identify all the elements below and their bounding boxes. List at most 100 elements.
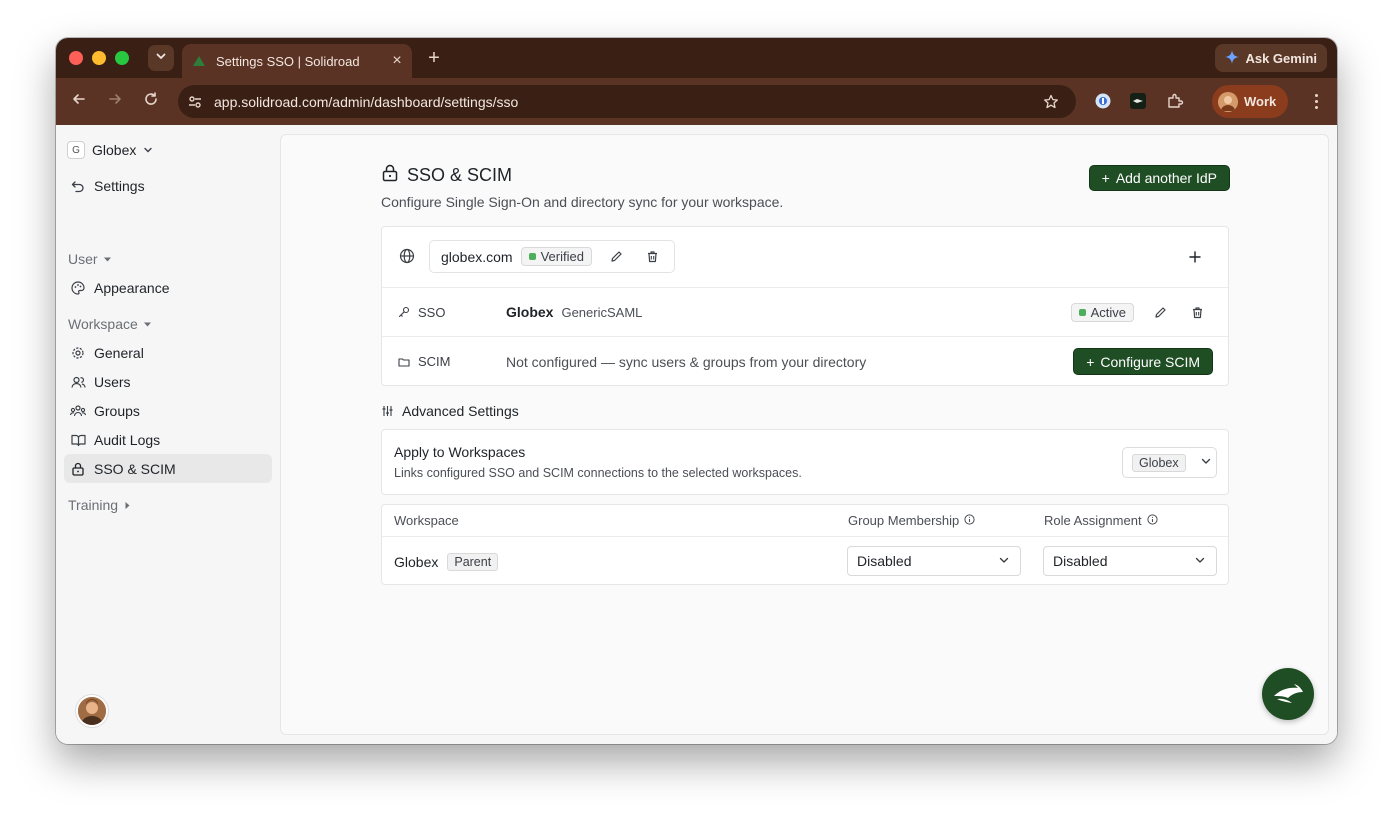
- apply-title: Apply to Workspaces: [394, 444, 526, 460]
- close-tab-icon[interactable]: ×: [386, 52, 408, 70]
- configure-scim-button[interactable]: + Configure SCIM: [1073, 348, 1213, 375]
- back-button[interactable]: [68, 90, 90, 112]
- address-bar[interactable]: app.solidroad.com/admin/dashboard/settin…: [178, 85, 1076, 118]
- workspace-table: Workspace Group Membership Role Assignme…: [381, 504, 1229, 585]
- sidebar-item-users[interactable]: Users: [64, 367, 272, 396]
- caret-down-icon: [143, 316, 152, 332]
- workspace-multiselect[interactable]: Globex: [1122, 447, 1217, 478]
- add-idp-button[interactable]: + Add another IdP: [1088, 165, 1230, 191]
- arrow-left-icon: [71, 91, 87, 112]
- sso-type: SSO: [398, 305, 445, 320]
- domain-name: globex.com: [441, 248, 513, 265]
- undo-arrow-icon: [70, 178, 86, 194]
- info-icon[interactable]: [1146, 513, 1158, 528]
- new-tab-button[interactable]: +: [423, 46, 445, 70]
- maximize-window-button[interactable]: [115, 51, 129, 65]
- sidebar-item-groups[interactable]: Groups: [64, 396, 272, 425]
- delete-sso-button[interactable]: [1186, 301, 1208, 323]
- chevron-down-icon: [143, 142, 153, 158]
- delete-domain-button[interactable]: [642, 246, 664, 268]
- group-membership-select[interactable]: Disabled: [847, 546, 1021, 576]
- extension-1password-icon[interactable]: [1092, 90, 1114, 112]
- close-window-button[interactable]: [69, 51, 83, 65]
- active-badge: Active: [1070, 302, 1134, 322]
- sidebar-section-workspace[interactable]: Workspace: [68, 316, 152, 332]
- tab-search-button[interactable]: [148, 45, 174, 71]
- plus-icon: [1189, 251, 1201, 263]
- sidebar-back-settings[interactable]: Settings: [64, 171, 272, 200]
- workspace-switcher[interactable]: G Globex: [67, 141, 153, 159]
- sso-connection-row: SSO Globex GenericSAML Active: [382, 288, 1228, 337]
- user-avatar[interactable]: [76, 695, 108, 727]
- browser-toolbar: app.solidroad.com/admin/dashboard/settin…: [56, 78, 1337, 125]
- pencil-icon: [611, 251, 623, 262]
- sidebar-item-label: Appearance: [94, 279, 170, 296]
- chevron-down-icon: [155, 49, 167, 67]
- solidroad-logo-icon: [1274, 684, 1303, 703]
- advanced-settings-heading: Advanced Settings: [382, 403, 519, 419]
- globe-icon: [399, 248, 417, 266]
- sso-actions: Active: [1070, 301, 1208, 323]
- sidebar-item-sso-scim[interactable]: SSO & SCIM: [64, 454, 272, 483]
- sso-provider-name: Globex: [506, 304, 554, 320]
- sidebar-item-label: Audit Logs: [94, 431, 161, 448]
- domain-connection-card: globex.com Verified SSO Globex GenericSA…: [381, 226, 1229, 386]
- users-icon: [70, 374, 86, 390]
- site-info-icon[interactable]: [184, 91, 206, 113]
- sidebar-item-label: General: [94, 344, 144, 361]
- status-dot: [1078, 308, 1086, 316]
- groups-icon: [70, 403, 86, 419]
- main-panel: SSO & SCIM Configure Single Sign-On and …: [280, 134, 1329, 735]
- browser-tab[interactable]: Settings SSO | Solidroad ×: [182, 44, 412, 78]
- sidebar-item-appearance[interactable]: Appearance: [64, 273, 272, 302]
- active-label: Active: [1090, 304, 1126, 320]
- sidebar-section-user[interactable]: User: [68, 251, 112, 267]
- col-header-role-assignment: Role Assignment: [1044, 513, 1158, 528]
- minimize-window-button[interactable]: [92, 51, 106, 65]
- role-assignment-select[interactable]: Disabled: [1043, 546, 1217, 576]
- trash-icon: [648, 251, 658, 263]
- bookmark-star-icon[interactable]: [1040, 91, 1062, 113]
- folder-icon: [398, 357, 410, 367]
- ask-gemini-button[interactable]: Ask Gemini: [1215, 44, 1327, 72]
- group-membership-value: Disabled: [857, 553, 912, 569]
- scim-connection-row: SCIM Not configured — sync users & group…: [382, 337, 1228, 386]
- row-workspace-name: Globex: [394, 554, 439, 570]
- status-dot: [528, 253, 536, 260]
- reload-button[interactable]: [140, 90, 162, 112]
- sidebar-item-audit-logs[interactable]: Audit Logs: [64, 425, 272, 454]
- palette-icon: [70, 280, 86, 296]
- info-icon[interactable]: [964, 513, 975, 528]
- solidroad-favicon-icon: [192, 54, 206, 68]
- forward-button[interactable]: [104, 90, 126, 112]
- section-label: User: [68, 251, 98, 267]
- col-header-label: Workspace: [394, 513, 459, 528]
- extensions-puzzle-icon[interactable]: [1164, 90, 1186, 112]
- scim-type: SCIM: [398, 354, 451, 369]
- lock-icon: [70, 461, 86, 477]
- edit-sso-button[interactable]: [1149, 301, 1171, 323]
- sidebar-item-label: Users: [94, 373, 131, 390]
- sidebar: G Globex Settings User Appearance Worksp…: [56, 125, 280, 744]
- browser-menu-button[interactable]: [1309, 90, 1323, 112]
- workspace-badge: G: [67, 141, 85, 159]
- col-header-label: Group Membership: [848, 513, 960, 528]
- sliders-icon: [382, 406, 393, 416]
- verified-label: Verified: [540, 249, 584, 264]
- profile-button[interactable]: Work: [1212, 85, 1289, 118]
- scim-description: Not configured — sync users & groups fro…: [506, 353, 867, 370]
- sidebar-item-general[interactable]: General: [64, 338, 272, 367]
- sidebar-section-training[interactable]: Training: [68, 497, 132, 513]
- extension-solidroad-icon[interactable]: [1127, 90, 1149, 112]
- plus-icon: +: [1086, 353, 1095, 370]
- app-content: G Globex Settings User Appearance Worksp…: [56, 125, 1337, 744]
- advanced-settings-label: Advanced Settings: [402, 403, 519, 419]
- tab-title: Settings SSO | Solidroad: [216, 53, 360, 69]
- add-domain-button[interactable]: [1184, 246, 1206, 268]
- url-text: app.solidroad.com/admin/dashboard/settin…: [214, 93, 519, 110]
- chevron-down-icon: [1194, 553, 1206, 569]
- table-row-workspace: Globex Parent: [394, 553, 499, 571]
- reload-icon: [143, 91, 159, 112]
- help-chat-button[interactable]: [1262, 668, 1314, 720]
- edit-domain-button[interactable]: [606, 246, 628, 268]
